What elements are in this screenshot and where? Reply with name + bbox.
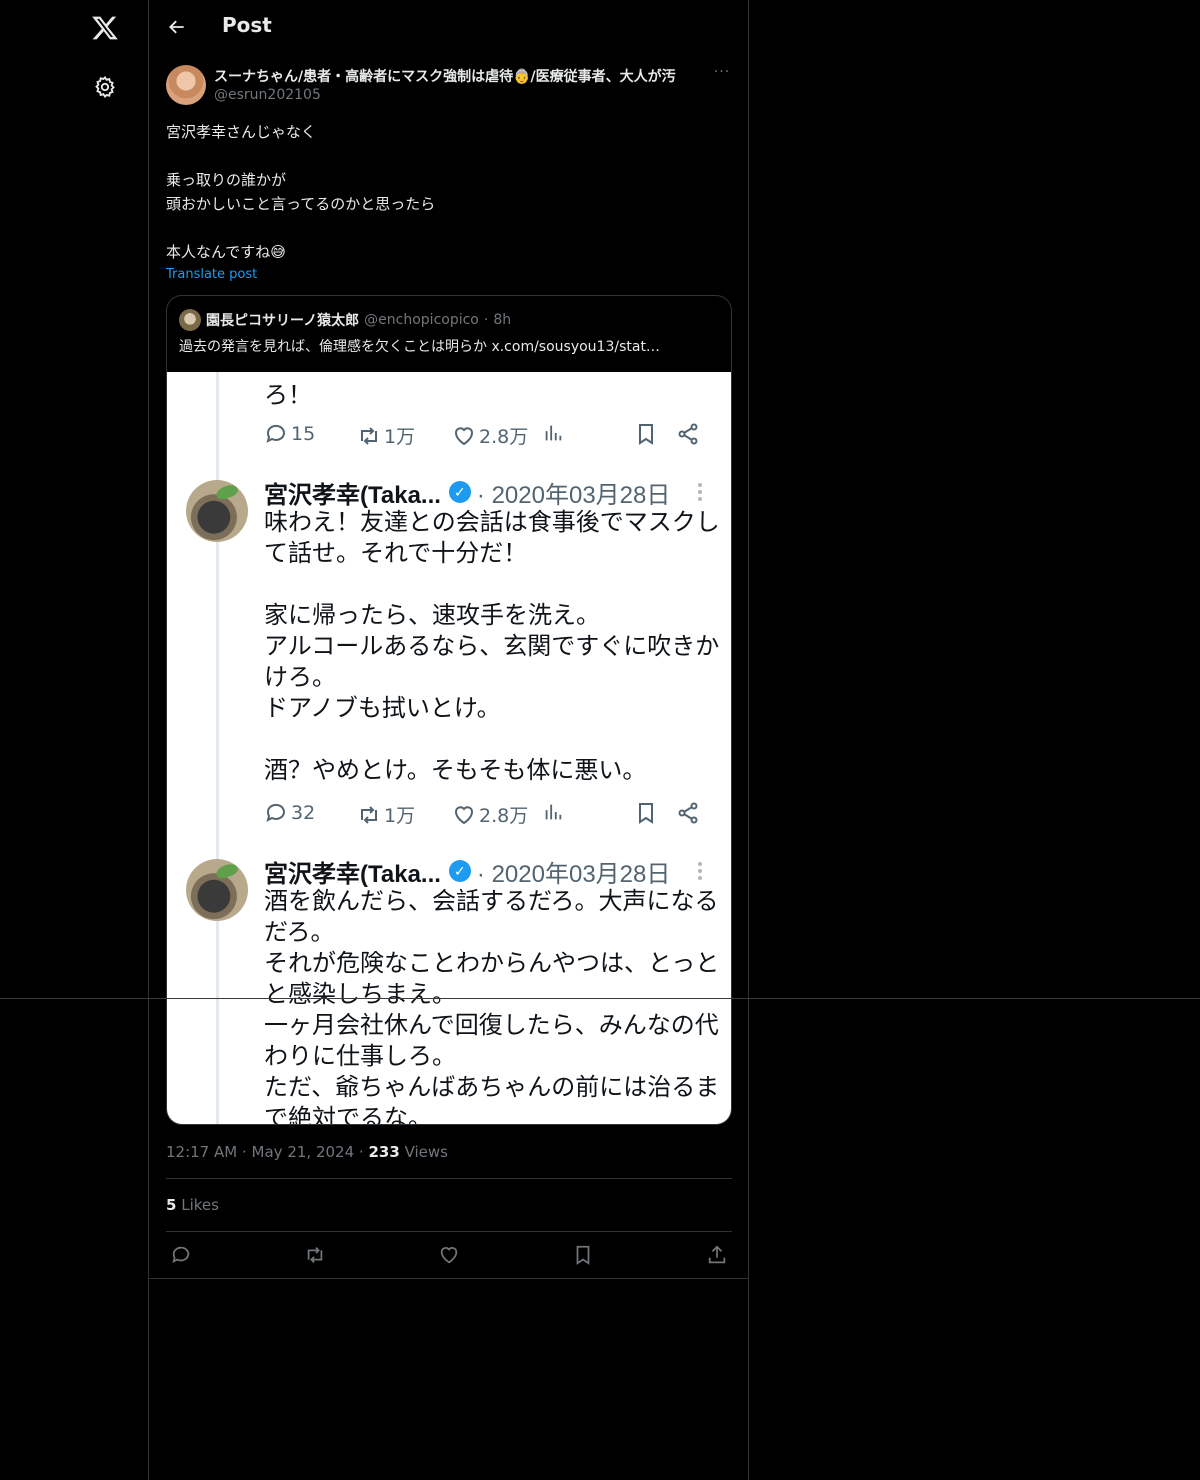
translate-post-link[interactable]: Translate post xyxy=(166,267,257,282)
screenshot-avatar xyxy=(186,480,248,542)
screenshot-tweet-body: 酒を飲んだら、会話するだろ。大声になる だろ。 それが危険なことわからんやつは、… xyxy=(264,888,720,1125)
action-bar xyxy=(166,1240,732,1270)
divider xyxy=(149,1278,748,1279)
screenshot-likes: 2.8万 xyxy=(452,422,528,449)
views-label: Views xyxy=(404,1143,448,1161)
bookmark-button[interactable] xyxy=(568,1240,598,1270)
share-icon xyxy=(678,423,698,445)
screenshot-tweet-header: 宮沢孝幸(Taka... ✓ · 2020年03月28日 xyxy=(264,860,671,888)
screenshot-kebab-icon xyxy=(696,859,704,885)
verified-badge-icon: ✓ xyxy=(448,860,471,882)
author-handle[interactable]: @esrun202105 xyxy=(214,87,321,103)
reply-button[interactable] xyxy=(166,1240,196,1270)
x-logo-button[interactable] xyxy=(80,3,130,53)
screenshot-views xyxy=(542,801,564,823)
page-title: Post xyxy=(222,13,272,37)
screenshot-avatar xyxy=(186,859,248,921)
screenshot-views xyxy=(542,422,564,444)
repost-button[interactable] xyxy=(300,1240,330,1270)
back-button[interactable] xyxy=(161,11,193,43)
back-arrow-icon xyxy=(169,20,184,34)
separator-dot: · xyxy=(483,312,489,328)
views-icon xyxy=(545,804,562,820)
post-column: Post スーナちゃん/患者・高齢者にマスク強制は虐待👵/医療従事者、大人が汚 … xyxy=(149,0,749,1480)
screenshot-reposts: 1万 xyxy=(357,422,415,449)
reply-icon xyxy=(266,424,285,443)
divider xyxy=(166,1231,732,1232)
overlay-guide-line xyxy=(0,998,1200,999)
like-icon xyxy=(455,426,473,445)
screenshot-replies: 32 xyxy=(264,801,315,825)
screenshot-bookmark xyxy=(634,801,658,825)
bookmark-icon xyxy=(576,1245,590,1265)
screenshot-share xyxy=(676,422,700,446)
quoted-author-avatar xyxy=(179,309,201,331)
screenshot-stats-row: 32 1万 2.8万 xyxy=(264,801,714,831)
gear-icon xyxy=(95,76,115,98)
views-count: 233 xyxy=(368,1143,400,1161)
post-date[interactable]: May 21, 2024 xyxy=(252,1143,355,1161)
share-icon xyxy=(678,802,698,824)
bookmark-icon xyxy=(639,424,653,445)
share-button[interactable] xyxy=(702,1240,732,1270)
views-icon xyxy=(545,425,562,441)
settings-button[interactable] xyxy=(80,62,130,112)
post-meta: 12:17 AM · May 21, 2024 · 233 Views xyxy=(166,1143,448,1161)
screenshot-stats-row: 15 1万 2.8万 xyxy=(264,422,714,452)
more-options-button[interactable]: ··· xyxy=(711,64,733,86)
post-header: Post xyxy=(149,0,748,54)
screenshot-tweet-body: 味わえ！友達との会話は食事後でマスクし て話せ。それで十分だ！ 家に帰ったら、速… xyxy=(264,509,720,784)
like-icon xyxy=(455,805,473,824)
post-time[interactable]: 12:17 AM xyxy=(166,1143,237,1161)
quoted-post-time: 8h xyxy=(493,312,512,328)
bookmark-icon xyxy=(639,803,653,824)
like-button[interactable] xyxy=(434,1240,464,1270)
screenshot-share xyxy=(676,801,700,825)
screenshot-top-text: ろ！ xyxy=(264,382,312,409)
screenshot-replies: 15 xyxy=(264,422,315,446)
likes-summary[interactable]: 5 Likes xyxy=(166,1196,219,1214)
quoted-post-header: 園長ピコサリーノ猿太郎 @enchopicopico · 8h xyxy=(179,309,719,331)
quoted-author-name: 園長ピコサリーノ猿太郎 xyxy=(206,313,360,329)
screenshot-likes: 2.8万 xyxy=(452,801,528,828)
verified-badge-icon: ✓ xyxy=(448,481,471,503)
reply-icon xyxy=(172,1246,190,1264)
screenshot-tweet-header: 宮沢孝幸(Taka... ✓ · 2020年03月28日 xyxy=(264,481,671,509)
quoted-post[interactable]: 園長ピコサリーノ猿太郎 @enchopicopico · 8h 過去の発言を見れ… xyxy=(166,295,732,1125)
author-avatar[interactable] xyxy=(166,65,206,105)
divider xyxy=(166,1178,732,1179)
screenshot-kebab-icon xyxy=(696,480,704,506)
author-display-name[interactable]: スーナちゃん/患者・高齢者にマスク強制は虐待👵/医療従事者、大人が汚 xyxy=(214,66,706,86)
post-text: 宮沢孝幸さんじゃなく 乗っ取りの誰かが 頭おかしいこと言ってるのかと思ったら 本… xyxy=(166,123,436,261)
x-logo-icon xyxy=(92,16,118,40)
reply-icon xyxy=(266,803,285,822)
quoted-post-text: 過去の発言を見れば、倫理感を欠くことは明らか x.com/sousyou13/s… xyxy=(179,339,660,355)
like-icon xyxy=(440,1247,458,1264)
quoted-post-image[interactable]: ろ！ 15 1万 2.8万 宮沢孝幸(Taka... ✓ · 2020年03月2… xyxy=(167,372,731,1125)
quoted-author-handle: @enchopicopico xyxy=(364,312,479,328)
screenshot-bookmark xyxy=(634,422,658,446)
repost-icon xyxy=(307,1247,323,1263)
repost-icon xyxy=(361,805,377,824)
repost-icon xyxy=(361,426,377,445)
screenshot-reposts: 1万 xyxy=(357,801,415,828)
share-icon xyxy=(708,1245,726,1264)
left-nav xyxy=(0,0,149,1480)
